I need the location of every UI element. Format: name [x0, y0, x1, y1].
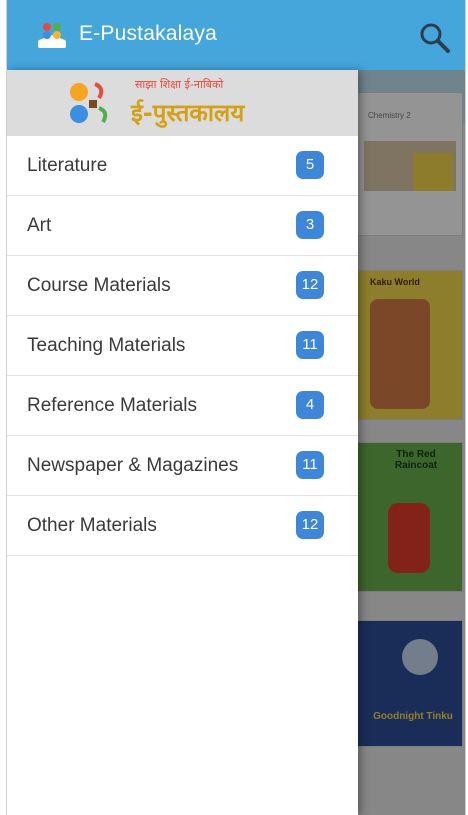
count-badge: 5 [296, 151, 324, 179]
menu-item-course-materials[interactable]: Course Materials 12 [7, 256, 358, 316]
search-icon[interactable] [417, 20, 453, 56]
menu-item-label: Art [27, 215, 52, 236]
menu-item-teaching-materials[interactable]: Teaching Materials 11 [7, 316, 358, 376]
menu-item-art[interactable]: Art 3 [7, 196, 358, 256]
app-title: E-Pustakalaya [79, 22, 218, 45]
menu-item-literature[interactable]: Literature 5 [7, 136, 358, 196]
count-badge: 4 [296, 391, 324, 419]
count-badge: 11 [296, 451, 324, 479]
count-badge: 11 [296, 331, 324, 359]
menu-item-label: Newspaper & Magazines [27, 455, 239, 476]
category-list: Literature 5 Art 3 Course Materials 12 T… [7, 136, 358, 556]
count-badge: 3 [296, 211, 324, 239]
menu-item-label: Literature [27, 155, 108, 176]
menu-item-label: Other Materials [27, 515, 157, 536]
drawer-banner: साझा शिक्षा ई-नाबिको ई-पुस्तकालय [7, 70, 358, 136]
banner-title: ई-पुस्तकालय [131, 99, 245, 127]
count-badge: 12 [296, 511, 324, 539]
banner-subtitle: साझा शिक्षा ई-नाबिको [135, 78, 224, 91]
library-logo-icon [70, 82, 108, 124]
count-badge: 12 [296, 271, 324, 299]
app-logo-icon[interactable] [35, 18, 69, 52]
menu-item-label: Teaching Materials [27, 335, 186, 356]
menu-item-reference-materials[interactable]: Reference Materials 4 [7, 376, 358, 436]
menu-item-label: Course Materials [27, 275, 171, 296]
navigation-drawer: साझा शिक्षा ई-नाबिको ई-पुस्तकालय Literat… [7, 70, 358, 815]
menu-item-other-materials[interactable]: Other Materials 12 [7, 496, 358, 556]
app-bar: E-Pustakalaya [7, 0, 465, 70]
menu-item-newspaper-magazines[interactable]: Newspaper & Magazines 11 [7, 436, 358, 496]
screen-frame: E-Pustakalaya Chemistry 2 Kaku World The… [6, 0, 466, 815]
menu-item-label: Reference Materials [27, 395, 198, 416]
